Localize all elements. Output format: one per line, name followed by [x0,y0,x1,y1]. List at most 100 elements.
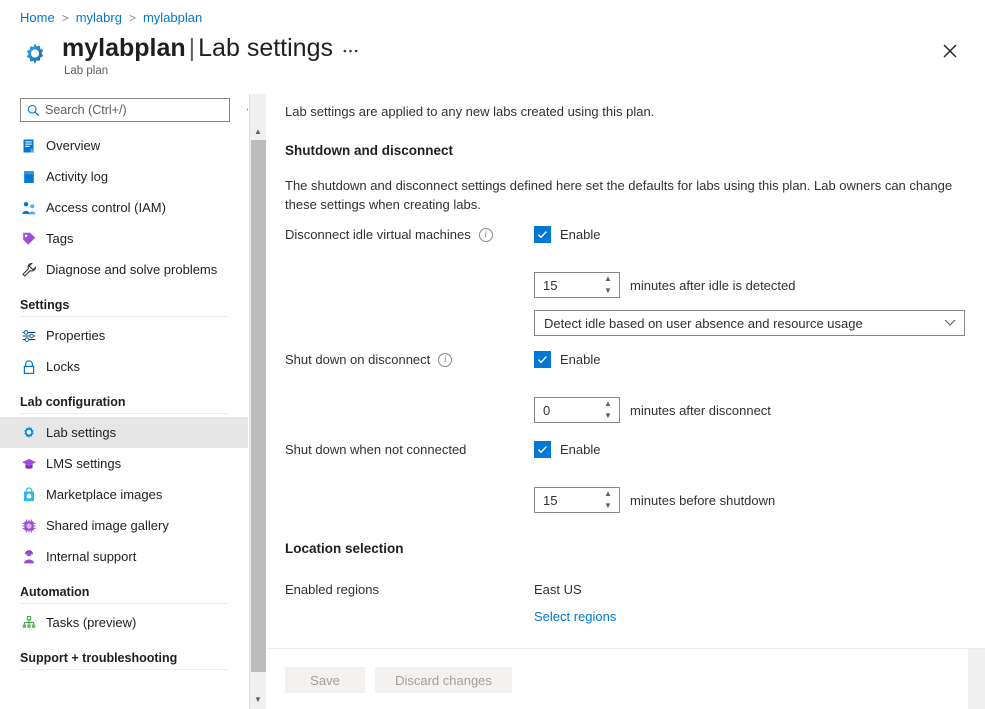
content-scrollbar-track[interactable] [968,649,985,709]
checkmark-icon [537,229,548,240]
not-connected-minutes-stepper[interactable]: ▲ ▼ [534,487,620,513]
sidebar-item-label: Internal support [46,549,136,564]
discard-changes-button[interactable]: Discard changes [375,667,512,693]
stepper-up-icon[interactable]: ▲ [597,398,619,410]
sidebar-divider [20,413,228,414]
activity-log-icon [20,168,37,185]
tags-icon [20,230,37,247]
stepper-up-icon[interactable]: ▲ [597,488,619,500]
disconnect-idle-vms-minutes-row: ▲ ▼ minutes after idle is detected [534,272,795,298]
search-box[interactable] [20,98,230,122]
sidebar-item-label: Shared image gallery [46,518,169,533]
stepper-buttons[interactable]: ▲ ▼ [597,273,619,297]
shared-image-chip-icon [20,517,37,534]
disconnect-idle-vms-enable-row[interactable]: Enable [534,226,600,243]
page-title-section: Lab settings [198,34,333,62]
lock-icon [20,358,37,375]
sidebar-group-settings: Settings [0,298,248,312]
field-label-text: Shut down when not connected [285,442,466,457]
location-section-heading: Location selection [285,541,404,556]
sidebar-item-diagnose-and-solve-problems[interactable]: Diagnose and solve problems [0,254,248,285]
info-icon[interactable]: i [479,228,493,242]
sidebar-item-lab-settings[interactable]: Lab settings [0,417,248,448]
not-connected-minutes-unit: minutes before shutdown [630,493,775,508]
disconnect-idle-minutes-stepper[interactable]: ▲ ▼ [534,272,620,298]
save-button[interactable]: Save [285,667,365,693]
breadcrumb-item-mylabrg[interactable]: mylabrg [76,10,122,25]
select-regions-link[interactable]: Select regions [534,609,616,624]
sidebar-item-internal-support[interactable]: Internal support [0,541,248,572]
sidebar-divider [20,316,228,317]
shutdown-when-not-connected-label: Shut down when not connected [285,442,466,457]
more-commands-button[interactable] [339,40,361,62]
sidebar-item-marketplace-images[interactable]: Marketplace images [0,479,248,510]
sidebar-item-label: Locks [46,359,80,374]
breadcrumb-separator: > [62,11,69,25]
disconnect-shutdown-minutes-input[interactable] [535,398,597,422]
diagnose-wrench-icon [20,261,37,278]
shutdown-when-not-connected-enable-checkbox[interactable] [534,441,551,458]
enabled-regions-value: East US [534,582,582,597]
stepper-down-icon[interactable]: ▼ [597,500,619,512]
sidebar-group-support-troubleshooting: Support + troubleshooting [0,651,248,665]
sidebar-item-label: Overview [46,138,100,153]
sidebar-item-label: Activity log [46,169,108,184]
sidebar-scrollbar[interactable]: ▲ ▼ [249,94,266,709]
overview-icon [20,137,37,154]
shutdown-section-heading: Shutdown and disconnect [285,143,453,158]
chevron-double-left-icon [246,105,249,114]
scroll-up-arrow-icon[interactable]: ▲ [250,123,266,140]
sidebar-item-tasks-preview[interactable]: Tasks (preview) [0,607,248,638]
shutdown-on-disconnect-enable-checkbox[interactable] [534,351,551,368]
idle-detection-mode-dropdown[interactable]: Detect idle based on user absence and re… [534,310,965,336]
info-icon[interactable]: i [438,353,452,367]
sidebar-item-label: Tags [46,231,73,246]
sidebar-item-label: Tasks (preview) [46,615,136,630]
sidebar-nav-list: Overview Activity log [0,130,248,673]
sidebar-item-overview[interactable]: Overview [0,130,248,161]
disconnect-shutdown-minutes-unit: minutes after disconnect [630,403,771,418]
page-subtitle: Lab plan [62,65,333,77]
stepper-down-icon[interactable]: ▼ [597,285,619,297]
marketplace-bag-icon [20,486,37,503]
search-icon [27,104,40,117]
stepper-down-icon[interactable]: ▼ [597,410,619,422]
stepper-up-icon[interactable]: ▲ [597,273,619,285]
breadcrumb-item-home[interactable]: Home [20,10,55,25]
shutdown-when-not-connected-enable-row[interactable]: Enable [534,441,600,458]
disconnect-idle-minutes-input[interactable] [535,273,597,297]
sidebar-item-label: Access control (IAM) [46,200,166,215]
sidebar-item-tags[interactable]: Tags [0,223,248,254]
page-title-resource: mylabplan [62,34,186,62]
collapse-sidebar-button[interactable] [241,98,248,120]
stepper-buttons[interactable]: ▲ ▼ [597,488,619,512]
sidebar-item-locks[interactable]: Locks [0,351,248,382]
field-label-text: Enabled regions [285,582,379,597]
sidebar-item-label: Properties [46,328,105,343]
sidebar-item-activity-log[interactable]: Activity log [0,161,248,192]
shutdown-on-disconnect-label: Shut down on disconnect i [285,352,452,367]
access-control-icon [20,199,37,216]
disconnect-idle-vms-enable-checkbox[interactable] [534,226,551,243]
field-label-text: Disconnect idle virtual machines [285,227,471,242]
disconnect-idle-vms-label: Disconnect idle virtual machines i [285,227,493,242]
search-input[interactable] [45,103,221,117]
close-blade-button[interactable] [938,39,961,62]
breadcrumb-item-mylabplan[interactable]: mylabplan [143,10,202,25]
stepper-buttons[interactable]: ▲ ▼ [597,398,619,422]
sidebar-item-properties[interactable]: Properties [0,320,248,351]
sidebar-item-shared-image-gallery[interactable]: Shared image gallery [0,510,248,541]
sidebar-item-label: Lab settings [46,425,116,440]
not-connected-minutes-input[interactable] [535,488,597,512]
sidebar-scrollbar-thumb[interactable] [251,140,266,672]
shutdown-on-disconnect-enable-row[interactable]: Enable [534,351,600,368]
sidebar-item-access-control[interactable]: Access control (IAM) [0,192,248,223]
page-title-block: mylabplan|Lab settings Lab plan [18,33,333,77]
sidebar-item-lms-settings[interactable]: LMS settings [0,448,248,479]
disconnect-shutdown-minutes-stepper[interactable]: ▲ ▼ [534,397,620,423]
main-content: Lab settings are applied to any new labs… [267,94,985,709]
sidebar-group-automation: Automation [0,585,248,599]
sidebar-divider [20,603,228,604]
checkbox-label: Enable [560,442,600,457]
scroll-down-arrow-icon[interactable]: ▼ [250,691,266,708]
